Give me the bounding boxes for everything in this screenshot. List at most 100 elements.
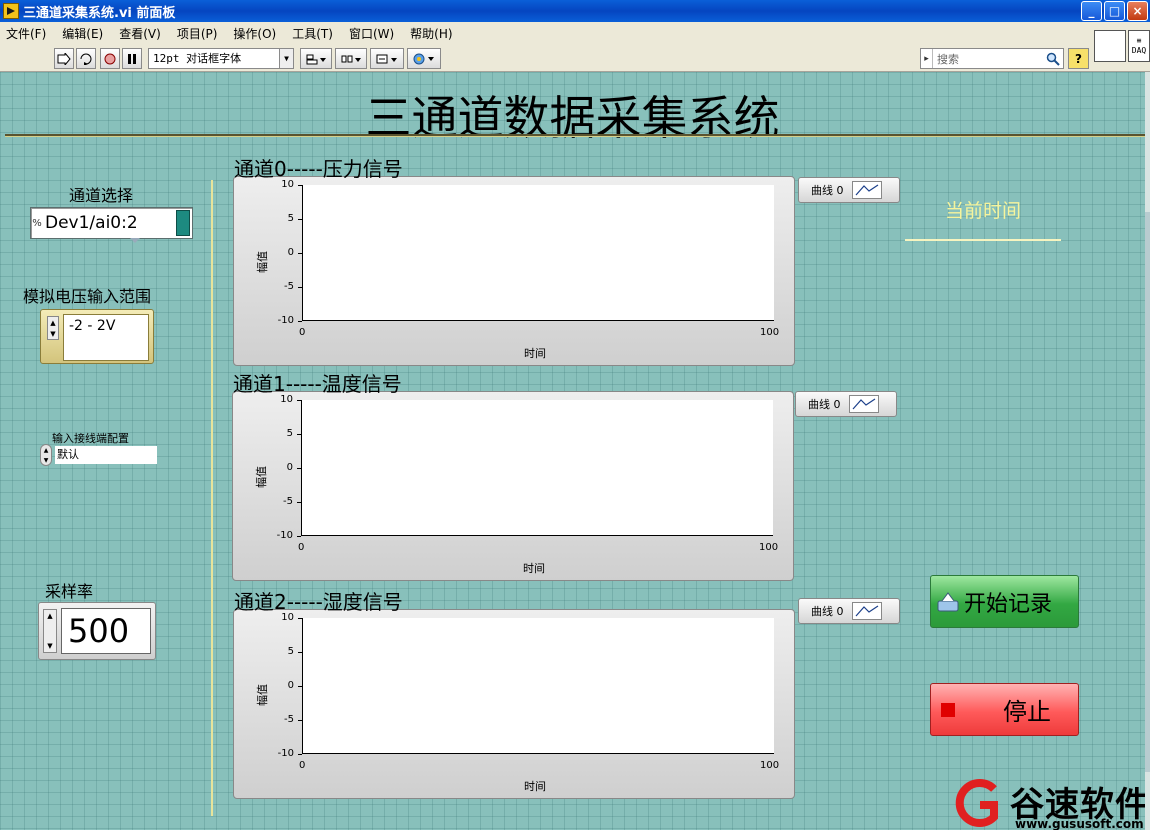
x-tick-label: 0 [299,760,306,771]
run-continuously-icon[interactable] [76,48,96,69]
terminal-config-value[interactable]: 默认 [55,446,157,464]
y-tick-mark [298,219,302,220]
menu-project[interactable]: 项目(P) [177,25,218,42]
sample-rate-value[interactable]: 500 [61,608,151,654]
stop-button[interactable]: 停止 [930,683,1079,736]
waveform-graph-ch0[interactable]: 通道0-----压力信号 10 5 0 -5 -10 0 100 时间 幅值 [233,157,795,366]
menu-operate[interactable]: 操作(O) [233,25,276,42]
y-tick-mark [298,287,302,288]
start-record-label: 开始记录 [964,591,1053,617]
channel-select-control[interactable]: % Dev1/ai0:2 [30,207,193,239]
font-selector-value: 12pt 对话框字体 [153,52,242,65]
sample-rate-control[interactable]: ▲ ▼ 500 [38,602,156,660]
distribute-objects-icon[interactable] [335,48,367,69]
current-time-indicator [905,239,1061,241]
menu-edit[interactable]: 编辑(E) [62,25,103,42]
ring-spinner[interactable]: ▲ ▼ [40,444,52,466]
sample-rate-label: 采样率 [45,582,94,601]
voltage-range-value[interactable]: -2 - 2V [63,314,149,361]
arrow-down-icon[interactable]: ▼ [47,642,52,650]
scrollbar-thumb[interactable] [1145,212,1150,772]
y-tick-label: 5 [287,646,294,657]
window-controls: _ □ × [1081,1,1148,21]
resize-objects-icon[interactable] [370,48,404,69]
voltage-range-control[interactable]: ▲ ▼ -2 - 2V [40,309,154,364]
font-selector[interactable]: 12pt 对话框字体 ▼ [148,48,294,69]
search-icon[interactable] [1043,52,1063,66]
y-tick-mark [298,686,302,687]
watermark-url: www.gususoft.com [1015,817,1144,830]
arrow-up-icon[interactable]: ▲ [47,612,52,620]
menu-tools[interactable]: 工具(T) [292,25,333,42]
menu-help[interactable]: 帮助(H) [410,25,452,42]
y-tick-mark [297,468,301,469]
plot-area[interactable] [302,618,774,754]
y-tick-mark [298,754,302,755]
current-time-label: 当前时间 [944,200,1021,222]
y-tick-label: -5 [283,496,293,507]
y-tick-label: 10 [281,612,294,623]
terminal-config-ring[interactable]: ▲ ▼ 默认 [40,444,158,466]
pause-icon[interactable] [122,48,142,69]
search-expand-icon[interactable]: ▸ [921,49,933,68]
plot-legend-ch0[interactable]: 曲线 0 [798,177,900,203]
arrow-up-icon[interactable]: ▲ [44,447,49,454]
maximize-button[interactable]: □ [1104,1,1125,21]
minimize-button[interactable]: _ [1081,1,1102,21]
y-tick-mark [298,321,302,322]
channel-select-value[interactable]: Dev1/ai0:2 [43,213,176,233]
x-tick-label: 100 [760,327,780,338]
y-tick-mark [298,253,302,254]
dropdown-arrow-icon [130,238,140,243]
chevron-down-icon: ▼ [279,49,293,68]
plot-area[interactable] [302,185,774,321]
y-tick-label: -5 [284,281,294,292]
menu-window[interactable]: 窗口(W) [349,25,394,42]
plot-legend-ch1[interactable]: 曲线 0 [795,391,897,417]
close-button[interactable]: × [1127,1,1148,21]
rate-spinner[interactable]: ▲ ▼ [43,609,57,653]
y-tick-label: -10 [276,530,293,541]
watermark: 谷速软件 www.gususoft.com [950,777,1145,830]
waveform-graph-ch2[interactable]: 通道2-----湿度信号 10 5 0 -5 -10 0 100 时间 幅值 [233,590,795,799]
connector-pane-icon[interactable] [1094,30,1126,62]
search-input[interactable]: 搜索 [933,51,1043,67]
arrow-up-icon[interactable]: ▲ [50,319,55,327]
y-tick-mark [298,652,302,653]
range-spinner[interactable]: ▲ ▼ [47,316,59,340]
abort-execution-icon[interactable] [100,48,120,69]
waveform-graph-ch1[interactable]: 通道1-----温度信号 10 5 0 -5 -10 0 100 时间 幅值 [232,372,794,581]
context-help-button[interactable]: ? [1068,48,1089,69]
start-record-button[interactable]: 开始记录 [930,575,1079,628]
vi-icon[interactable]: ≡ DAQ [1128,30,1150,62]
vertical-scrollbar[interactable] [1145,72,1150,830]
legend-label: 曲线 0 [811,184,844,197]
line-style-icon [851,602,882,620]
page-title: 三通道数据采集系统 [365,91,780,145]
y-tick-mark [298,618,302,619]
stop-label: 停止 [1003,698,1051,726]
y-tick-mark [298,720,302,721]
menu-bar: 文件(F) 编辑(E) 查看(V) 项目(P) 操作(O) 工具(T) 窗口(W… [0,22,1150,44]
plot-legend-ch2[interactable]: 曲线 0 [798,598,900,624]
run-arrow-icon[interactable] [54,48,74,69]
align-objects-icon[interactable] [300,48,332,69]
y-tick-label: 5 [286,428,293,439]
control-divider [211,180,213,816]
browse-button[interactable] [176,210,190,236]
labview-vi-icon [3,3,19,19]
arrow-down-icon[interactable]: ▼ [50,330,55,338]
y-axis-label: 幅值 [256,251,269,273]
y-tick-label: 10 [281,179,294,190]
window-title-bar[interactable]: 三通道采集系统.vi 前面板 _ □ × [0,0,1150,22]
y-tick-label: -10 [277,748,294,759]
menu-view[interactable]: 查看(V) [119,25,161,42]
gususoft-logo-icon [955,779,998,827]
reorder-icon[interactable] [407,48,441,69]
window-title: 三通道采集系统.vi 前面板 [23,5,176,21]
menu-file[interactable]: 文件(F) [6,25,46,42]
search-box[interactable]: ▸ 搜索 [920,48,1064,69]
arrow-down-icon[interactable]: ▼ [44,457,49,464]
x-tick-label: 100 [760,760,780,771]
plot-area[interactable] [301,400,773,536]
